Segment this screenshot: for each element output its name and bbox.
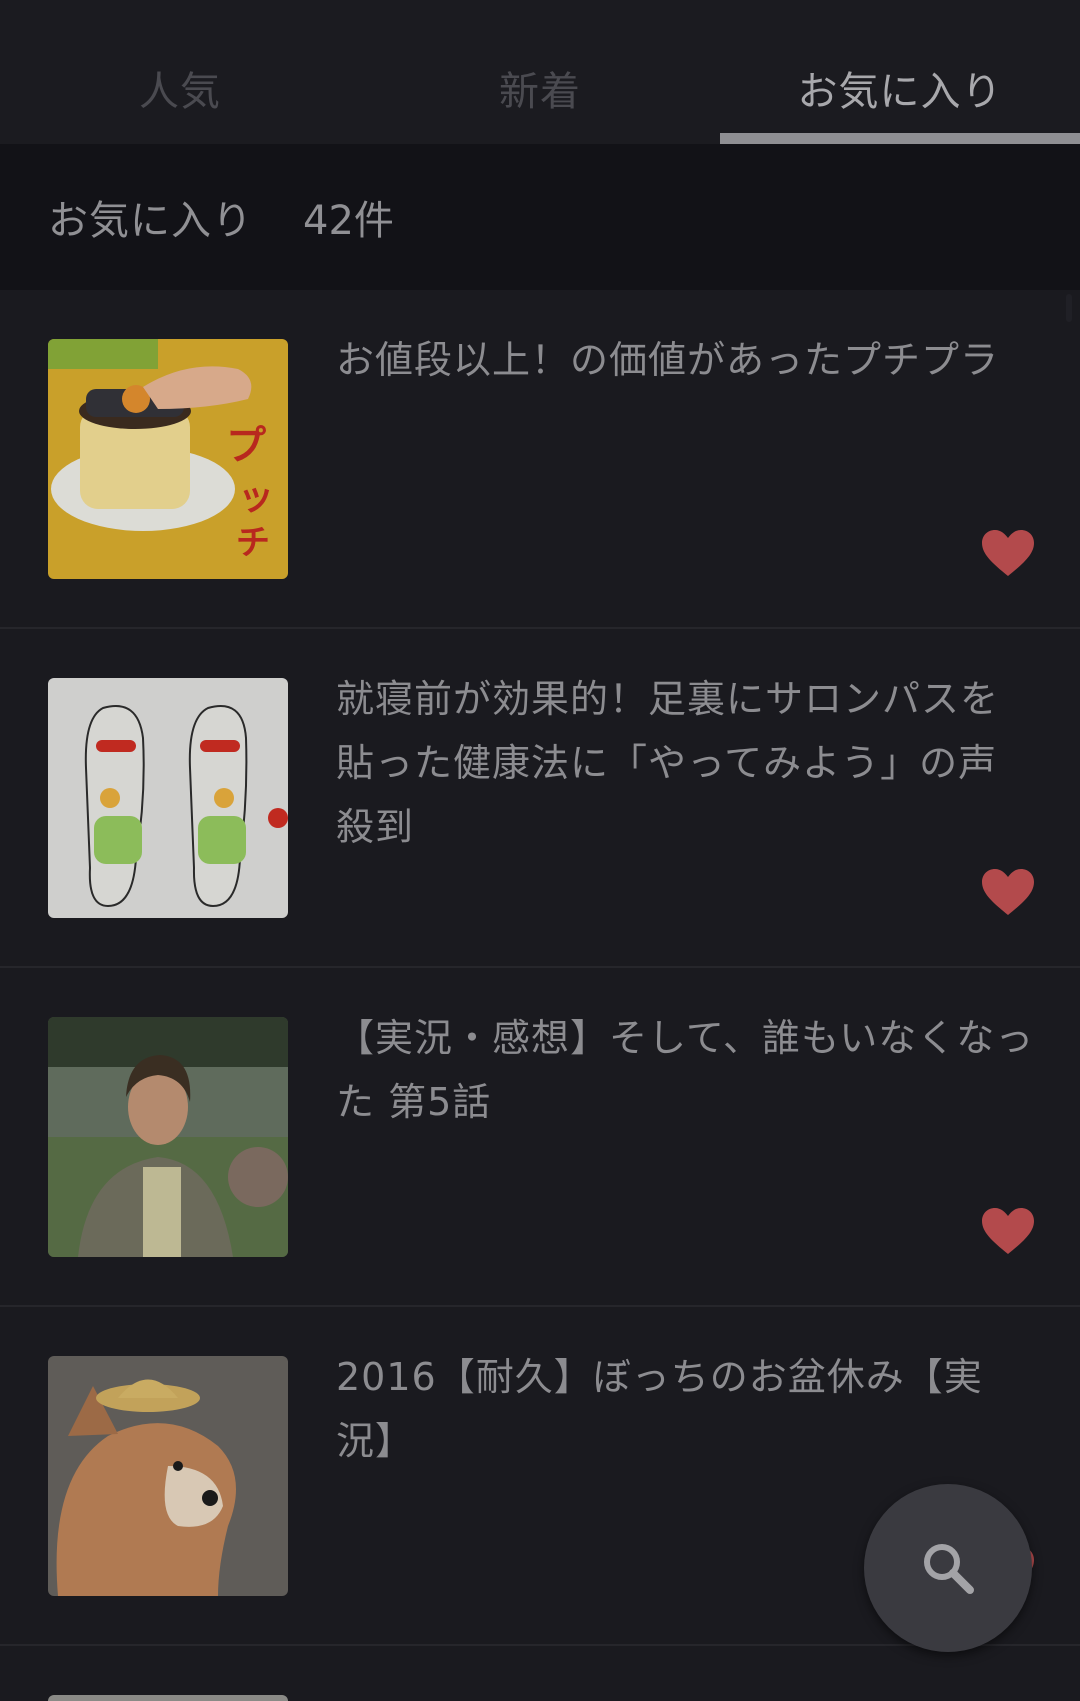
tab-favorites-label: お気に入り	[797, 69, 1003, 115]
item-thumbnail	[48, 678, 288, 918]
favorite-heart-button[interactable]	[980, 1206, 1036, 1256]
search-icon	[924, 1544, 974, 1594]
pudding-image: プ ッ チ	[48, 339, 288, 579]
item-title: お値段以上！の価値があったプチプラ	[336, 338, 1000, 382]
favorite-heart-button[interactable]	[980, 867, 1036, 917]
item-thumbnail	[48, 1017, 288, 1257]
favorites-count: 42件	[303, 198, 394, 244]
svg-text:チ: チ	[236, 524, 270, 562]
item-title: 【実況・感想】そして、誰もいなくなった 第5話	[336, 1016, 1035, 1124]
drama-still-image	[48, 1017, 288, 1257]
tab-new-label: 新着	[499, 69, 581, 115]
heart-icon	[982, 530, 1034, 576]
tab-popular-label: 人気	[139, 69, 221, 115]
list-item[interactable]: 就寝前が効果的！足裏にサロンパスを貼った健康法に「やってみよう」の声殺到	[0, 629, 1080, 968]
tab-favorites[interactable]: お気に入り	[720, 0, 1080, 144]
foot-chart-image	[48, 678, 288, 918]
tab-bar: 人気 新着 お気に入り	[0, 0, 1080, 144]
list-item[interactable]	[0, 1646, 1080, 1701]
favorite-heart-button[interactable]	[980, 528, 1036, 578]
list-item[interactable]: プ ッ チ お値段以上！の価値があったプチプラ	[0, 290, 1080, 629]
heart-icon	[982, 1208, 1034, 1254]
item-title: 2016【耐久】ぼっちのお盆休み【実況】	[336, 1355, 983, 1463]
app-root: 人気 新着 お気に入り お気に入り 42件 プ ッ チ お値段以上！の価値があっ…	[0, 0, 1080, 1701]
favorites-count-bar: お気に入り 42件	[0, 144, 1080, 290]
search-button[interactable]	[864, 1484, 1032, 1652]
tab-popular[interactable]: 人気	[0, 0, 360, 144]
dog-image	[48, 1356, 288, 1596]
svg-text:ッ: ッ	[238, 476, 274, 517]
item-thumbnail	[48, 1695, 288, 1701]
item-thumbnail: プ ッ チ	[48, 339, 288, 579]
item-thumbnail	[48, 1356, 288, 1596]
active-tab-indicator	[720, 133, 1080, 144]
heart-icon	[982, 869, 1034, 915]
tab-new[interactable]: 新着	[360, 0, 720, 144]
list-item[interactable]: 【実況・感想】そして、誰もいなくなった 第5話	[0, 968, 1080, 1307]
favorites-label: お気に入り	[48, 198, 253, 244]
item-title: 就寝前が効果的！足裏にサロンパスを貼った健康法に「やってみよう」の声殺到	[336, 677, 1000, 849]
svg-text:プ: プ	[226, 424, 266, 468]
